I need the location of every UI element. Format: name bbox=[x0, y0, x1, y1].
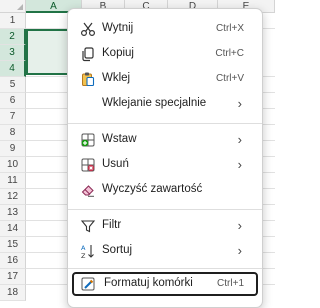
menu-item-paste-special[interactable]: Wklejanie specjalnie › bbox=[72, 92, 258, 116]
menu-item-label: Wstaw bbox=[102, 133, 137, 145]
menu-item-label: Sortuj bbox=[102, 244, 133, 256]
eraser-icon bbox=[81, 185, 94, 197]
chevron-right-icon: › bbox=[237, 218, 242, 233]
menu-item-clear-contents[interactable]: Wyczyść zawartość bbox=[72, 178, 258, 202]
row-header-7[interactable]: 7 bbox=[0, 109, 26, 125]
row-header-2[interactable]: 2 bbox=[0, 29, 26, 45]
menu-item-copy[interactable]: Kopiuj Ctrl+C bbox=[72, 42, 258, 66]
sort-icon: A Z bbox=[81, 244, 94, 259]
shortcut-label: Ctrl+C bbox=[215, 48, 244, 59]
shortcut-label: Ctrl+X bbox=[215, 23, 244, 34]
row-header-6[interactable]: 6 bbox=[0, 93, 26, 109]
row-header-1[interactable]: 1 bbox=[0, 13, 26, 29]
delete-cells-icon bbox=[81, 158, 95, 172]
menu-separator bbox=[68, 123, 262, 124]
shortcut-label: Ctrl+V bbox=[215, 73, 244, 84]
menu-item-filter[interactable]: Filtr › bbox=[72, 214, 258, 238]
menu-item-label: Filtr bbox=[102, 219, 122, 231]
filter-icon bbox=[80, 220, 96, 233]
row-header-8[interactable]: 8 bbox=[0, 125, 26, 141]
paste-icon bbox=[82, 72, 95, 87]
select-all-corner[interactable] bbox=[0, 0, 26, 13]
chevron-right-icon: › bbox=[237, 132, 242, 147]
row-header-15[interactable]: 15 bbox=[0, 237, 26, 253]
menu-item-label: Wyczyść zawartość bbox=[102, 183, 203, 195]
shortcut-label: Ctrl+1 bbox=[217, 278, 244, 289]
menu-item-label: Wklejanie specjalnie bbox=[102, 97, 207, 109]
menu-item-format-cells[interactable]: Formatuj komórki Ctrl+1 bbox=[72, 272, 258, 296]
menu-item-delete[interactable]: Usuń › bbox=[72, 153, 258, 177]
menu-separator bbox=[68, 209, 262, 210]
chevron-right-icon: › bbox=[237, 157, 242, 172]
row-header-10[interactable]: 10 bbox=[0, 157, 26, 173]
chevron-right-icon: › bbox=[237, 96, 242, 111]
insert-cells-icon bbox=[81, 133, 95, 147]
row-header-5[interactable]: 5 bbox=[0, 77, 26, 93]
context-menu: Wytnij Ctrl+X Kopiuj Ctrl+C Wklej Ctrl+V… bbox=[67, 8, 263, 308]
copy-icon bbox=[82, 47, 94, 62]
format-cells-icon bbox=[81, 277, 95, 291]
menu-separator bbox=[68, 268, 262, 269]
menu-item-cut[interactable]: Wytnij Ctrl+X bbox=[72, 17, 258, 41]
menu-item-paste[interactable]: Wklej Ctrl+V bbox=[72, 67, 258, 91]
menu-item-insert[interactable]: Wstaw › bbox=[72, 128, 258, 152]
row-header-18[interactable]: 18 bbox=[0, 285, 26, 301]
menu-item-sort[interactable]: A Z Sortuj › bbox=[72, 239, 258, 263]
chevron-right-icon: › bbox=[237, 243, 242, 258]
row-header-16[interactable]: 16 bbox=[0, 253, 26, 269]
svg-text:A: A bbox=[81, 244, 86, 252]
row-header-13[interactable]: 13 bbox=[0, 205, 26, 221]
svg-text:Z: Z bbox=[81, 252, 86, 259]
menu-item-label: Wytnij bbox=[102, 22, 134, 34]
row-header-4[interactable]: 4 bbox=[0, 61, 26, 77]
row-header-3[interactable]: 3 bbox=[0, 45, 26, 61]
menu-item-label: Formatuj komórki bbox=[104, 277, 193, 289]
row-header-17[interactable]: 17 bbox=[0, 269, 26, 285]
menu-item-label: Usuń bbox=[102, 158, 129, 170]
row-header-11[interactable]: 11 bbox=[0, 173, 26, 189]
row-header-14[interactable]: 14 bbox=[0, 221, 26, 237]
scissors-icon bbox=[80, 22, 96, 37]
row-header-9[interactable]: 9 bbox=[0, 141, 26, 157]
row-header-12[interactable]: 12 bbox=[0, 189, 26, 205]
menu-item-label: Kopiuj bbox=[102, 47, 134, 59]
menu-item-label: Wklej bbox=[102, 72, 131, 84]
